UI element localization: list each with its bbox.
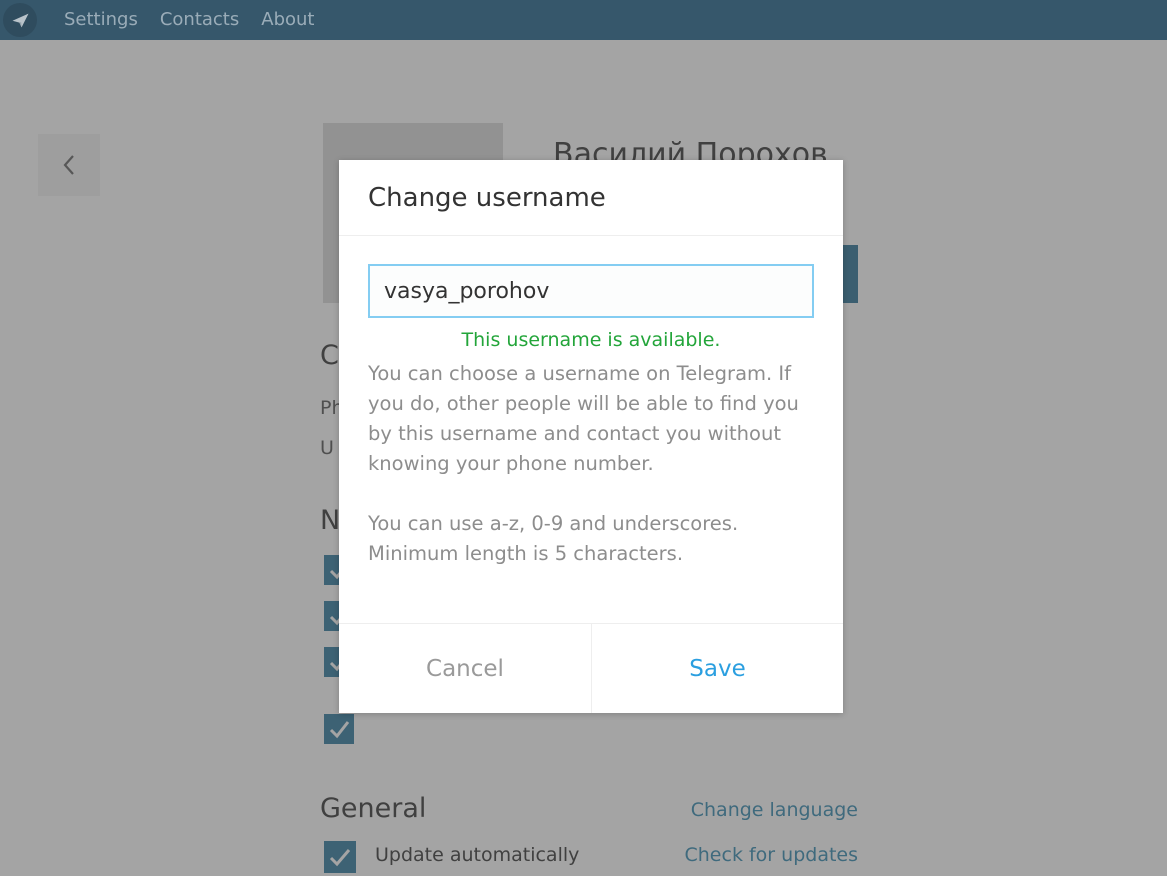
change-username-dialog: Change username This username is availab… (339, 160, 843, 713)
cancel-button[interactable]: Cancel (339, 624, 591, 713)
menu-item-about[interactable]: About (250, 0, 325, 40)
menu-item-contacts[interactable]: Contacts (149, 0, 250, 40)
dialog-paragraph-2: You can use a-z, 0-9 and underscores. Mi… (368, 512, 739, 565)
dialog-header: Change username (339, 160, 843, 236)
dialog-description: You can choose a username on Telegram. I… (368, 359, 814, 569)
top-bar: Settings Contacts About (0, 0, 1167, 40)
dialog-footer: Cancel Save (339, 623, 843, 713)
dialog-paragraph-1: You can choose a username on Telegram. I… (368, 362, 799, 475)
username-availability-message: This username is available. (461, 329, 721, 351)
username-input[interactable] (368, 264, 814, 318)
telegram-paper-plane-icon (12, 13, 28, 27)
dialog-body: This username is available. You can choo… (339, 236, 843, 623)
top-bar-menu: Settings Contacts About (53, 0, 325, 40)
telegram-logo[interactable] (3, 3, 37, 37)
save-button[interactable]: Save (591, 624, 843, 713)
menu-item-settings[interactable]: Settings (53, 0, 149, 40)
dialog-title: Change username (368, 182, 606, 213)
